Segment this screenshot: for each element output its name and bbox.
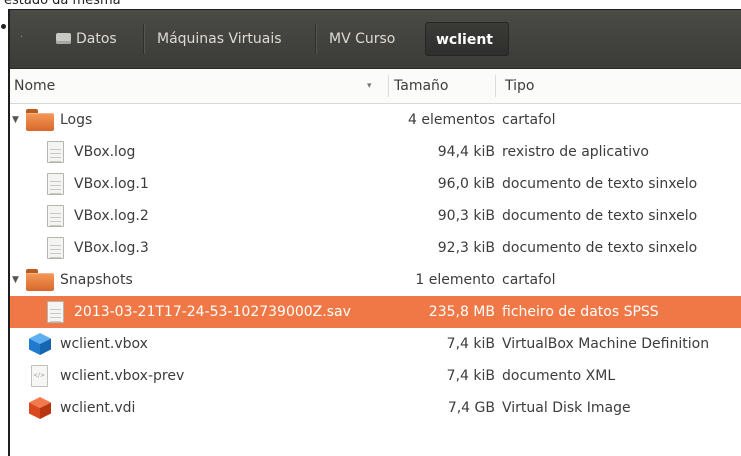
table-row[interactable]: wclient.vbox-prev 7,4 kiB documento XML [10,360,741,392]
row-size: 7,4 kiB [446,336,495,352]
row-type: documento de texto sinxelo [502,208,698,224]
caption-text: estado da mesma [4,0,121,8]
row-size: 94,4 kiB [437,144,495,160]
crumb-separator [315,24,316,54]
row-size: 4 elementos [408,112,495,128]
column-divider[interactable] [388,75,389,97]
table-row[interactable]: VBox.log.1 96,0 kiB documento de texto s… [10,168,741,200]
table-row-snapshots[interactable]: ▼ Snapshots 1 elemento cartafol [10,264,741,296]
table-row[interactable]: wclient.vdi 7,4 GB Virtual Disk Image [10,392,741,424]
table-row[interactable]: VBox.log.3 92,3 kiB documento de texto s… [10,232,741,264]
row-type: Virtual Disk Image [502,400,631,416]
folder-mini-icon [56,33,71,44]
row-size: 7,4 kiB [446,368,495,384]
row-type: documento de texto sinxelo [502,240,698,256]
virtualbox-cube-icon [28,332,52,356]
row-name: Logs [60,112,93,128]
row-type: cartafol [502,112,556,128]
row-name: VBox.log.3 [74,240,149,256]
expand-down-icon[interactable]: ▼ [12,264,19,296]
table-row[interactable]: VBox.log 94,4 kiB rexistro de aplicativo [10,136,741,168]
xml-file-icon [31,365,48,387]
path-bar: · Datos Máquinas Virtuais MV Curso wclie… [10,10,741,69]
row-type: ficheiro de datos SPSS [502,304,659,320]
file-manager-window: · Datos Máquinas Virtuais MV Curso wclie… [8,9,741,456]
column-divider[interactable] [495,75,496,97]
row-size: 235,8 MB [428,304,495,320]
row-size: 7,4 GB [447,400,495,416]
folder-icon [26,109,54,131]
row-name: VBox.log.1 [74,176,149,192]
row-name: VBox.log [74,144,136,160]
expand-down-icon[interactable]: ▼ [12,104,19,136]
table-row-logs[interactable]: ▼ Logs 4 elementos cartafol [10,104,741,136]
crumb-mv-curso[interactable]: MV Curso [319,22,405,56]
table-row[interactable]: VBox.log.2 90,3 kiB documento de texto s… [10,200,741,232]
row-name: VBox.log.2 [74,208,149,224]
sort-down-icon: ▾ [367,81,372,91]
row-type: documento de texto sinxelo [502,176,698,192]
row-name: Snapshots [60,272,133,288]
row-name: wclient.vdi [60,400,136,416]
text-file-icon [47,237,64,259]
crumb-maquinas-virtuais[interactable]: Máquinas Virtuais [147,22,292,56]
row-type: rexistro de aplicativo [502,144,649,160]
list-bullet [1,24,6,29]
row-type: VirtualBox Machine Definition [502,336,710,352]
column-header-size[interactable]: Tamaño [390,69,494,103]
row-type: cartafol [502,272,556,288]
text-file-icon [47,301,64,323]
text-file-icon [47,141,64,163]
disk-image-cube-icon [28,396,52,420]
row-size: 90,3 kiB [437,208,495,224]
crumb-wclient[interactable]: wclient [425,22,509,56]
text-file-icon [47,173,64,195]
crumb-label: Datos [76,31,117,47]
crumb-separator [143,24,144,54]
row-size: 1 elemento [415,272,495,288]
crumb-datos[interactable]: Datos [46,22,127,56]
path-back-arrow-icon[interactable]: · [20,33,26,43]
folder-icon [26,269,54,291]
column-header-name[interactable]: Nome [10,69,388,103]
table-row[interactable]: wclient.vbox 7,4 kiB VirtualBox Machine … [10,328,741,360]
row-name: wclient.vbox [60,336,148,352]
row-size: 92,3 kiB [437,240,495,256]
row-name: wclient.vbox-prev [60,368,185,384]
text-file-icon [47,205,64,227]
table-row-selected[interactable]: 2013-03-21T17-24-53-102739000Z.sav 235,8… [10,296,741,328]
row-size: 96,0 kiB [437,176,495,192]
column-header-type[interactable]: Tipo [501,69,741,103]
row-type: documento XML [502,368,616,384]
column-header: Nome ▾ Tamaño Tipo [10,69,741,104]
